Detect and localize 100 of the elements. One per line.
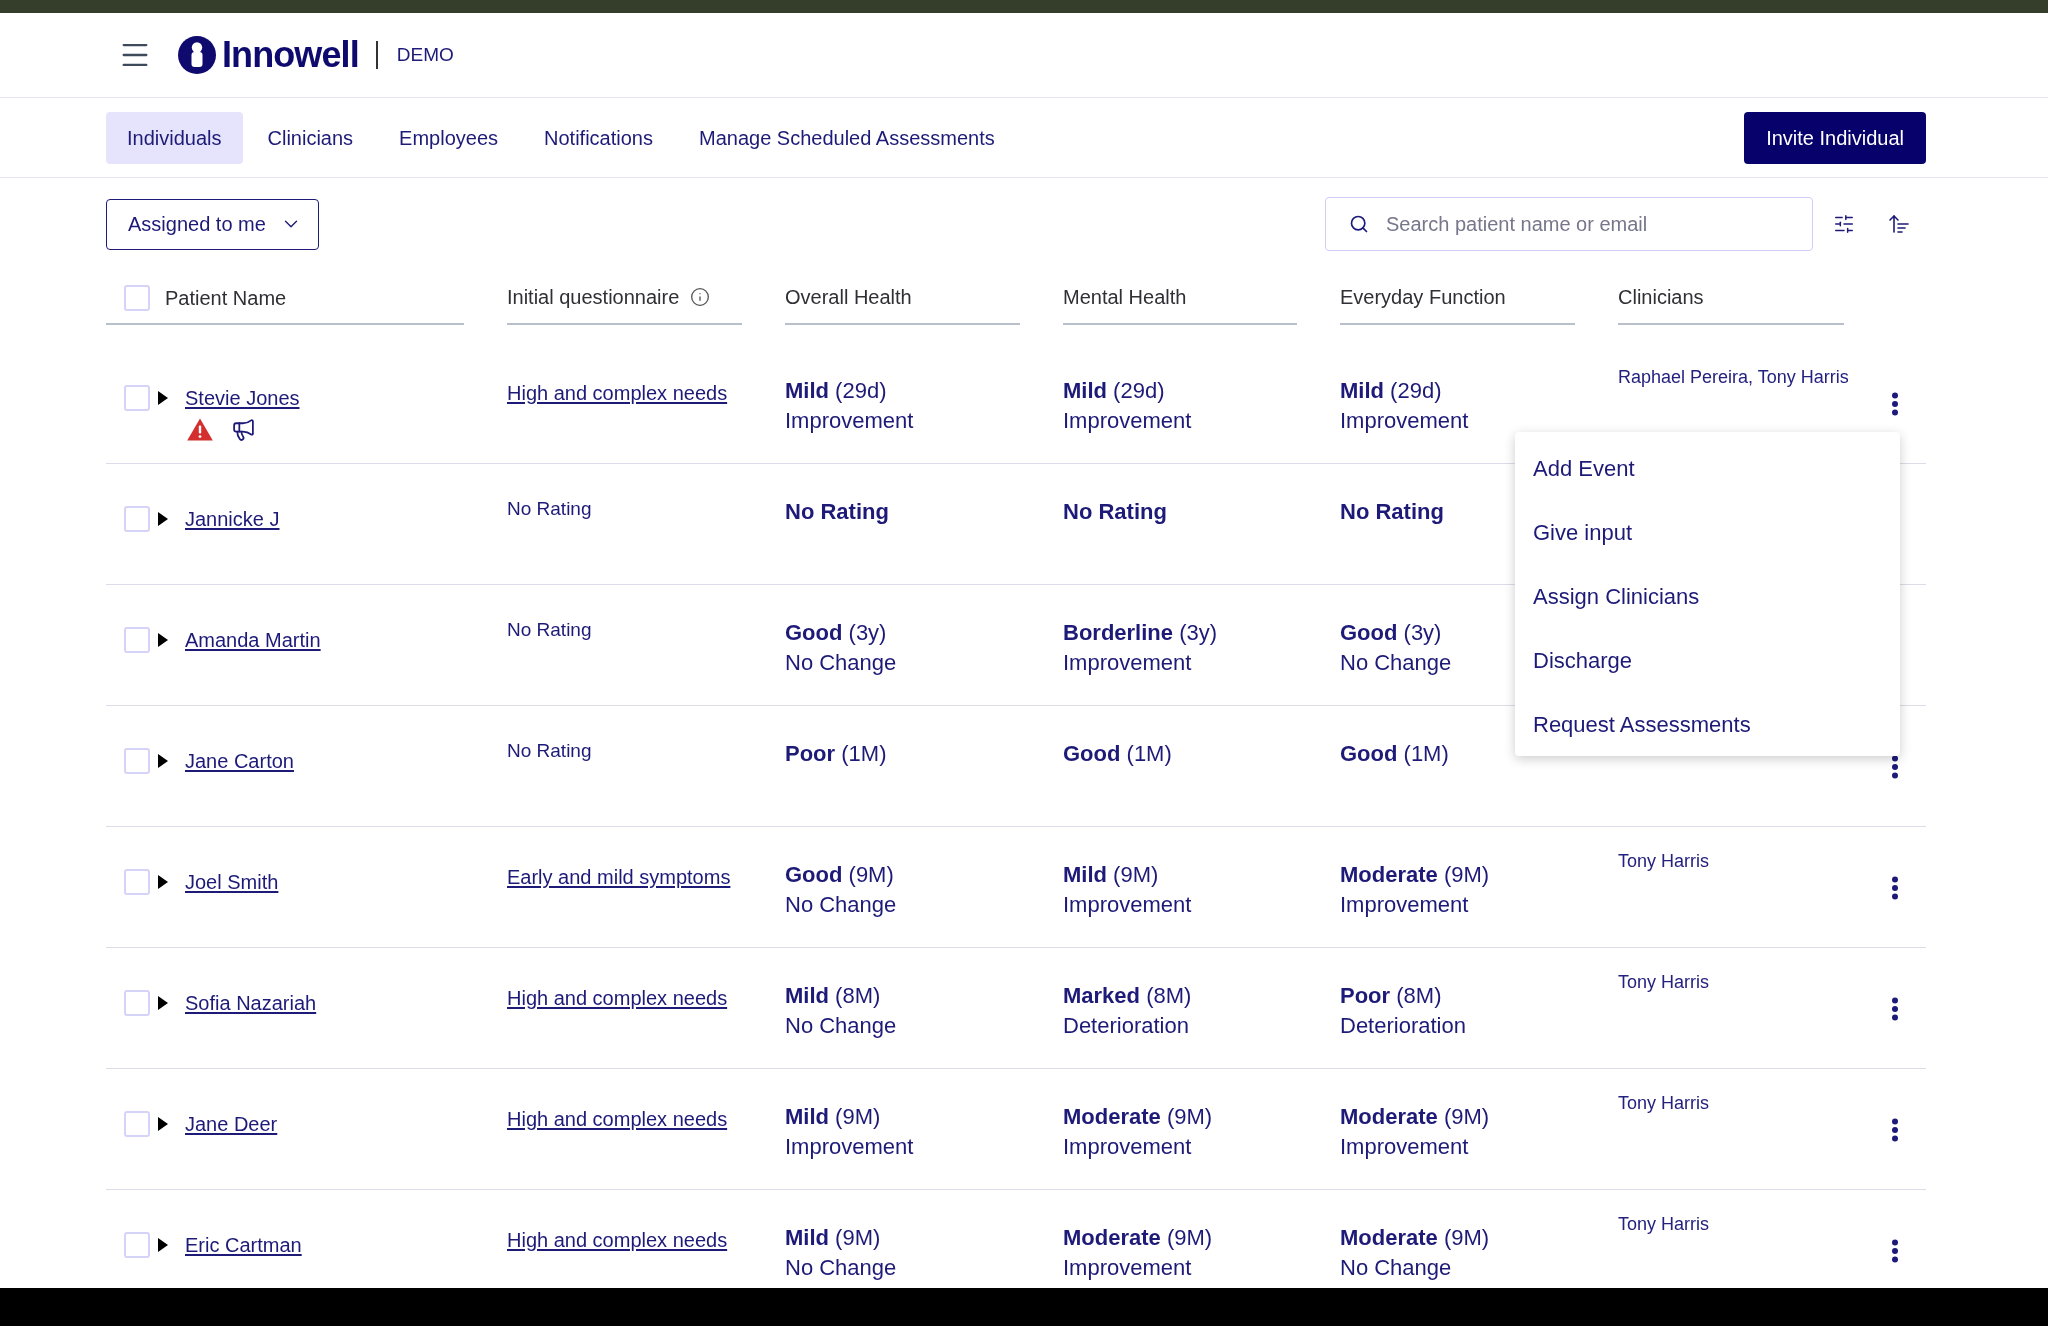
caret-right-icon[interactable] [158,391,168,405]
rating-text: Mild (29d) [785,377,887,405]
rating-text: Moderate (9M) [1340,1224,1490,1252]
menu-item[interactable]: Give input [1515,500,1900,564]
questionnaire-text: No Rating [507,498,592,519]
rating-text: Moderate (9M) [1340,1103,1490,1131]
assigned-filter-dropdown[interactable]: Assigned to me [106,198,319,250]
caret-right-icon[interactable] [158,754,168,768]
menu-item[interactable]: Add Event [1515,436,1900,500]
trend-text: Improvement [1063,891,1192,919]
nav-tab[interactable]: Clinicians [246,111,375,164]
row-checkbox[interactable] [124,869,150,895]
patient-name-link[interactable]: Stevie Jones [185,384,300,412]
caret-right-icon[interactable] [158,1238,168,1252]
clinicians-text: Tony Harris [1618,1093,1710,1113]
patient-name-link[interactable]: Sofia Nazariah [185,989,317,1017]
clinicians-text: Tony Harris [1618,1214,1710,1234]
patient-name-link[interactable]: Eric Cartman [185,1231,302,1259]
rating-text: Good (3y) [1340,619,1442,647]
rating-text: Borderline (3y) [1063,619,1218,647]
select-all-checkbox[interactable] [124,284,150,311]
row-checkbox[interactable] [124,748,150,774]
more-options-icon[interactable] [1891,997,1899,1021]
trend-text: Improvement [785,1133,914,1161]
more-options-icon[interactable] [1891,876,1899,900]
rating-text: Moderate (9M) [1063,1103,1213,1131]
environment-label: DEMO [396,42,454,67]
filter-icon[interactable] [1833,213,1855,235]
row-checkbox[interactable] [124,990,150,1016]
rating-text: Good (1M) [1063,740,1172,768]
trend-text: Improvement [1063,1254,1192,1282]
trend-text: Deterioration [1340,1012,1466,1040]
patient-name-link[interactable]: Jane Carton [185,747,294,775]
brand-name: Innowell [222,37,359,73]
patient-name-link[interactable]: Jannicke J [185,505,280,533]
trend-text: Improvement [1340,407,1469,435]
caret-right-icon[interactable] [158,996,168,1010]
caret-right-icon[interactable] [158,633,168,647]
questionnaire-link[interactable]: High and complex needs [507,1229,728,1251]
trend-text: Improvement [785,407,914,435]
row-checkbox[interactable] [124,627,150,653]
rating-text: Mild (29d) [1063,377,1165,405]
rating-text: Mild (8M) [785,982,881,1010]
nav-tab[interactable]: Individuals [106,111,243,164]
nav-tab[interactable]: Manage Scheduled Assessments [678,111,1016,164]
rating-text: Good (3y) [785,619,887,647]
questionnaire-link[interactable]: Early and mild symptoms [507,866,731,888]
trend-text: Improvement [1340,891,1469,919]
rating-text: No Rating [785,498,889,526]
row-checkbox[interactable] [124,1111,150,1137]
clinicians-text: Raphael Pereira, Tony Harris [1618,367,1849,387]
invite-individual-button[interactable]: Invite Individual [1744,111,1926,164]
menu-item[interactable]: Assign Clinicians [1515,564,1900,628]
questionnaire-text: No Rating [507,619,592,640]
questionnaire-link[interactable]: High and complex needs [507,987,728,1009]
patient-name-link[interactable]: Jane Deer [185,1110,278,1138]
rating-text: Good (1M) [1340,740,1449,768]
questionnaire-text: No Rating [507,740,592,761]
row-checkbox[interactable] [124,385,150,411]
rating-text: Poor (8M) [1340,982,1442,1010]
trend-text: Improvement [1063,407,1192,435]
menu-item[interactable]: Discharge [1515,628,1900,692]
trend-text: No Change [1340,649,1452,677]
caret-right-icon[interactable] [158,512,168,526]
column-header: Patient Name [165,286,287,311]
column-header: Everyday Function [1340,284,1506,310]
more-options-icon[interactable] [1891,755,1899,779]
row-checkbox[interactable] [124,1232,150,1258]
trend-text: No Change [785,1012,897,1040]
more-options-icon[interactable] [1891,1239,1899,1263]
sort-icon[interactable] [1887,212,1911,236]
nav-tab[interactable]: Notifications [523,111,674,164]
rating-text: Good (9M) [785,861,894,889]
menu-item[interactable]: Request Assessments [1515,692,1900,756]
column-header: Initial questionnaire [507,284,680,310]
questionnaire-link[interactable]: High and complex needs [507,382,728,404]
search-field[interactable]: Search patient name or email [1325,197,1813,251]
rating-text: Mild (9M) [785,1224,881,1252]
patient-name-link[interactable]: Joel Smith [185,868,279,896]
logo-icon [178,36,216,74]
rating-text: Marked (8M) [1063,982,1192,1010]
rating-text: Mild (9M) [785,1103,881,1131]
rating-text: Poor (1M) [785,740,887,768]
column-header: Clinicians [1618,284,1704,310]
trend-text: Improvement [1063,649,1192,677]
clinicians-text: Tony Harris [1618,851,1710,871]
trend-text: Improvement [1063,1133,1192,1161]
caret-right-icon[interactable] [158,1117,168,1131]
column-header: Overall Health [785,284,912,310]
clinicians-text: Tony Harris [1618,972,1710,992]
nav-tab[interactable]: Employees [378,111,520,164]
patient-name-link[interactable]: Amanda Martin [185,626,321,654]
more-options-icon[interactable] [1891,392,1899,416]
trend-text: No Change [785,649,897,677]
caret-right-icon[interactable] [158,875,168,889]
trend-text: No Change [1340,1254,1452,1282]
trend-text: Deterioration [1063,1012,1189,1040]
questionnaire-link[interactable]: High and complex needs [507,1108,728,1130]
more-options-icon[interactable] [1891,1118,1899,1142]
row-checkbox[interactable] [124,506,150,532]
